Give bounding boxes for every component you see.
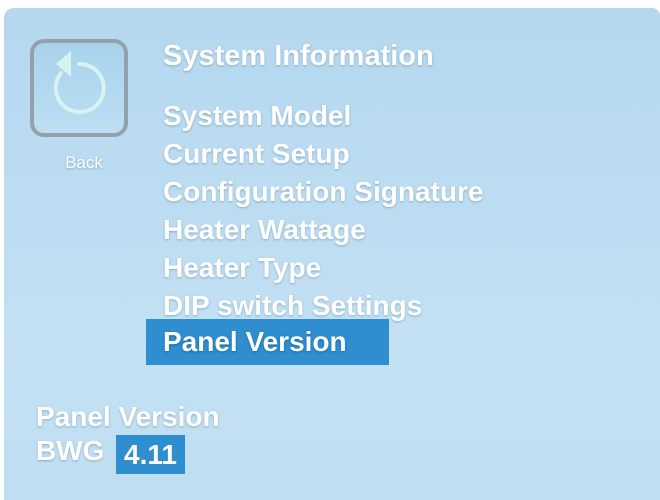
detail-version-value: 4.11 <box>116 435 185 474</box>
detail-prefix: BWG <box>36 435 105 466</box>
menu-item-current-setup[interactable]: Current Setup <box>163 138 350 170</box>
menu-item-heater-type[interactable]: Heater Type <box>163 252 321 284</box>
back-button-label[interactable]: Back <box>56 153 112 173</box>
menu-item-panel-version[interactable]: Panel Version <box>146 319 389 365</box>
menu-title: System Information <box>163 40 434 72</box>
system-info-screen: Back System Information System Model Cur… <box>4 8 660 500</box>
back-button[interactable] <box>30 39 128 137</box>
menu-item-configuration-signature[interactable]: Configuration Signature <box>163 176 483 208</box>
menu-item-dip-switch-settings[interactable]: DIP switch Settings <box>163 290 422 322</box>
menu-item-heater-wattage[interactable]: Heater Wattage <box>163 214 366 246</box>
menu-item-system-model[interactable]: System Model <box>163 100 351 132</box>
detail-label: Panel Version <box>36 401 220 432</box>
